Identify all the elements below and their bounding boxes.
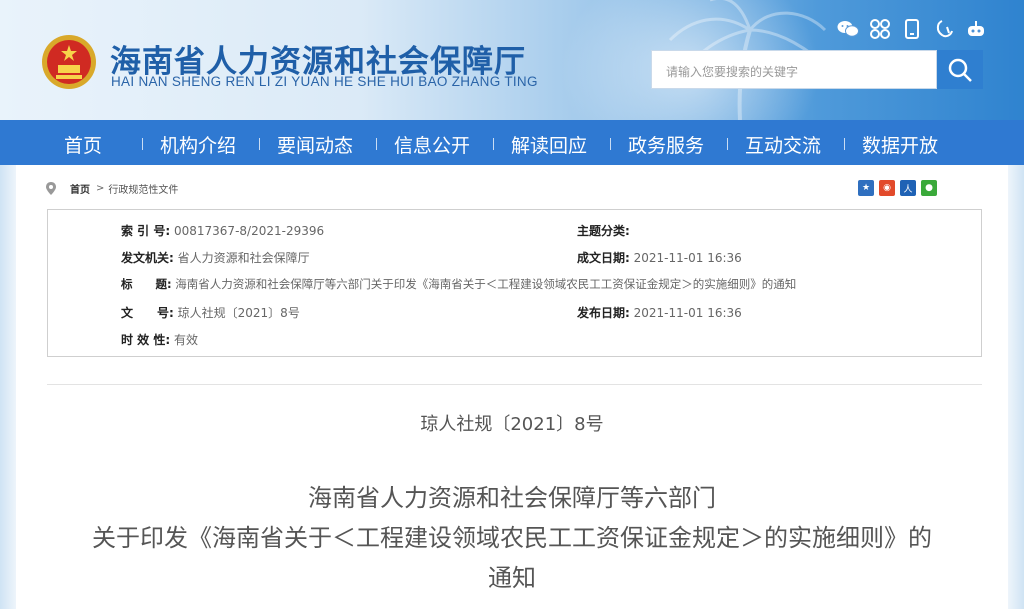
document-title-line3: 通知 bbox=[488, 564, 536, 592]
national-emblem-icon bbox=[42, 35, 96, 89]
info-pubdate-label: 发布日期: bbox=[577, 306, 630, 320]
document-title-line1: 海南省人力资源和社会保障厅等六部门 bbox=[308, 484, 716, 512]
info-issuer-label: 发文机关: bbox=[121, 251, 174, 265]
site-title-english: HAI NAN SHENG REN LI ZI YUAN HE SHE HUI … bbox=[111, 74, 538, 89]
search-button[interactable] bbox=[937, 50, 983, 89]
site-header: 海南省人力资源和社会保障厅 HAI NAN SHENG REN LI ZI YU… bbox=[0, 0, 1024, 120]
nav-item-news[interactable]: 要闻动态 bbox=[277, 131, 353, 158]
info-validity-value: 有效 bbox=[173, 333, 198, 347]
nav-item-interaction[interactable]: 互动交流 bbox=[745, 131, 821, 158]
info-topic-label: 主题分类: bbox=[577, 224, 630, 238]
document-number: 琼人社规〔2021〕8号 bbox=[420, 414, 604, 435]
robot-icon[interactable] bbox=[960, 17, 992, 41]
wechat-share-icon[interactable]: ● bbox=[921, 180, 937, 196]
side-decoration-right bbox=[1008, 165, 1024, 609]
nav-separator bbox=[376, 138, 377, 150]
nav-separator bbox=[610, 138, 611, 150]
nav-item-services[interactable]: 政务服务 bbox=[628, 131, 704, 158]
nav-separator bbox=[259, 138, 260, 150]
main-nav: 首页 机构介绍 要闻动态 信息公开 解读回应 政务服务 互动交流 数据开放 bbox=[0, 120, 1024, 165]
content-divider bbox=[47, 384, 982, 385]
info-index-label: 索 引 号: bbox=[121, 224, 171, 238]
nav-separator bbox=[493, 138, 494, 150]
info-docno-value: 琼人社规〔2021〕8号 bbox=[177, 306, 300, 320]
info-title-label: 标 题: bbox=[121, 277, 172, 291]
info-date-value: 2021-11-01 16:36 bbox=[633, 251, 742, 265]
info-docno-label: 文 号: bbox=[121, 306, 174, 320]
qzone-icon[interactable]: ★ bbox=[858, 180, 874, 196]
nav-separator bbox=[142, 138, 143, 150]
document-info-table: 索 引 号: 00817367-8/2021-29396 主题分类: 发文机关:… bbox=[47, 209, 982, 357]
nav-separator bbox=[844, 138, 845, 150]
nav-separator bbox=[727, 138, 728, 150]
breadcrumb: 首页 > 行政规范性文件 bbox=[46, 181, 178, 196]
info-topic: 主题分类: bbox=[577, 222, 630, 239]
breadcrumb-separator: > bbox=[96, 183, 105, 194]
search-icon bbox=[948, 58, 972, 82]
renren-icon[interactable]: 人 bbox=[900, 180, 916, 196]
info-validity-label: 时 效 性: bbox=[121, 333, 171, 347]
breadcrumb-current[interactable]: 行政规范性文件 bbox=[108, 181, 178, 196]
info-pubdate: 发布日期: 2021-11-01 16:36 bbox=[577, 304, 742, 321]
info-issuer: 发文机关: 省人力资源和社会保障厅 bbox=[121, 249, 310, 266]
info-pubdate-value: 2021-11-01 16:36 bbox=[633, 306, 742, 320]
document-title-line2: 关于印发《海南省关于＜工程建设领域农民工工资保证金规定＞的实施细则》的 bbox=[92, 524, 932, 552]
info-date: 成文日期: 2021-11-01 16:36 bbox=[577, 249, 742, 266]
nav-item-home[interactable]: 首页 bbox=[64, 131, 102, 158]
info-date-label: 成文日期: bbox=[577, 251, 630, 265]
info-issuer-value: 省人力资源和社会保障厅 bbox=[177, 251, 310, 265]
search-input[interactable]: 请输入您要搜索的关键字 bbox=[651, 50, 937, 89]
document-title: 海南省人力资源和社会保障厅等六部门 关于印发《海南省关于＜工程建设领域农民工工资… bbox=[30, 478, 994, 598]
info-index: 索 引 号: 00817367-8/2021-29396 bbox=[121, 222, 324, 239]
location-pin-icon bbox=[46, 182, 56, 195]
info-title-value: 海南省人力资源和社会保障厅等六部门关于印发《海南省关于＜工程建设领域农民工工资保… bbox=[175, 277, 797, 291]
nav-item-interpretation[interactable]: 解读回应 bbox=[511, 131, 587, 158]
nav-item-info-disclosure[interactable]: 信息公开 bbox=[394, 131, 470, 158]
info-validity: 时 效 性: 有效 bbox=[121, 331, 198, 348]
header-tools bbox=[832, 17, 992, 41]
side-decoration-left bbox=[0, 165, 16, 609]
breadcrumb-home[interactable]: 首页 bbox=[70, 181, 90, 196]
info-docno: 文 号: 琼人社规〔2021〕8号 bbox=[121, 304, 300, 321]
nav-item-open-data[interactable]: 数据开放 bbox=[862, 131, 938, 158]
share-bar: ★ ◉ 人 ● bbox=[858, 180, 937, 196]
weibo-icon[interactable]: ◉ bbox=[879, 180, 895, 196]
info-title: 标 题: 海南省人力资源和社会保障厅等六部门关于印发《海南省关于＜工程建设领域农… bbox=[121, 276, 796, 292]
info-index-value: 00817367-8/2021-29396 bbox=[173, 224, 325, 238]
mobile-icon[interactable] bbox=[896, 17, 928, 41]
app-icon[interactable] bbox=[864, 17, 896, 41]
wechat-icon[interactable] bbox=[832, 17, 864, 41]
nav-item-about[interactable]: 机构介绍 bbox=[160, 131, 236, 158]
elder-mode-icon[interactable] bbox=[928, 17, 960, 41]
